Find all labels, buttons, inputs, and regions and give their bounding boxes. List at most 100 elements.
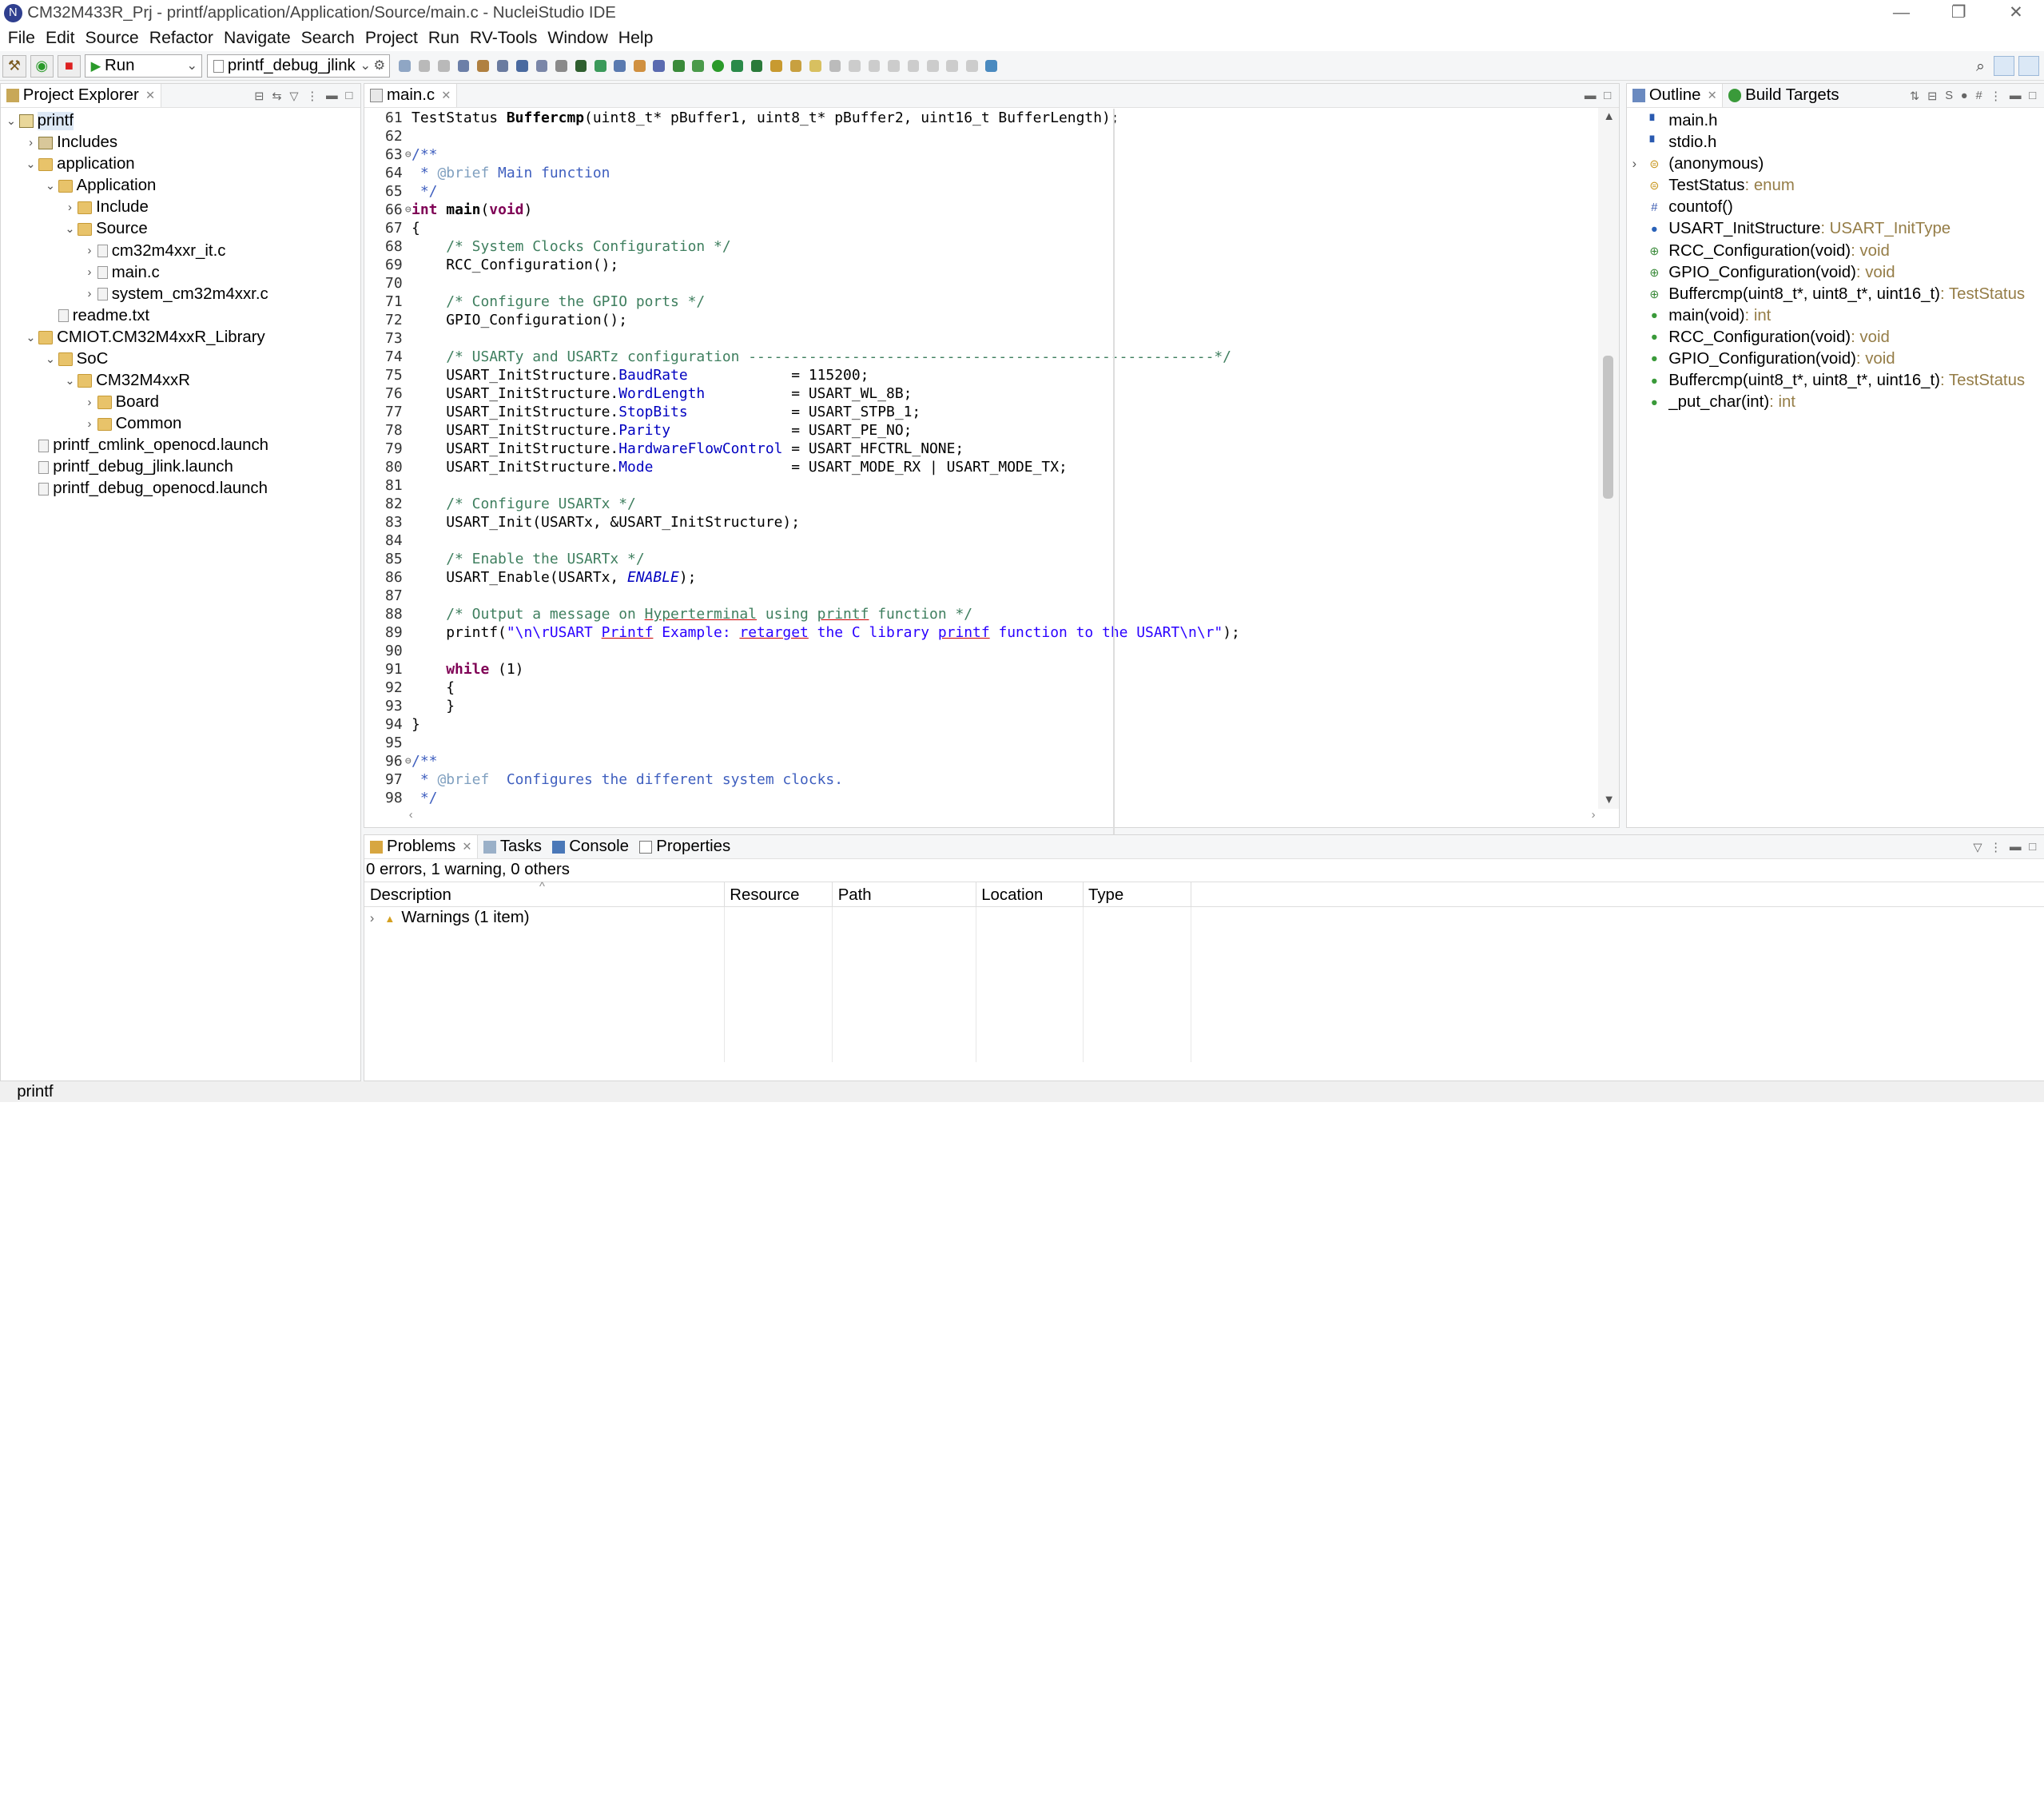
- code-line[interactable]: 77 USART_InitStructure.StopBits = USART_…: [364, 403, 1593, 421]
- outline-item[interactable]: # countof(): [1627, 197, 2044, 218]
- menu-refactor[interactable]: Refactor: [149, 29, 213, 48]
- code-line[interactable]: 84: [364, 531, 1593, 550]
- outline-item[interactable]: ● main(void) : int: [1627, 305, 2044, 327]
- new-icon[interactable]: [399, 60, 411, 73]
- menu-rv-tools[interactable]: RV-Tools: [470, 29, 537, 48]
- tab-tasks[interactable]: Tasks: [478, 835, 547, 858]
- column-type[interactable]: Type: [1084, 882, 1191, 907]
- tab-build-targets[interactable]: Build Targets: [1723, 84, 1844, 107]
- code-line[interactable]: 65 */: [364, 182, 1593, 201]
- chevron-right-icon[interactable]: ›: [82, 418, 97, 431]
- prev-annotation-icon[interactable]: [907, 60, 920, 73]
- external-tools-icon[interactable]: [750, 60, 763, 73]
- chevron-down-icon[interactable]: ⌄: [42, 352, 58, 366]
- tree-item[interactable]: › system_cm32m4xxr.c: [1, 284, 360, 305]
- tree-item[interactable]: ⌄ application: [1, 153, 360, 175]
- annotation-icon[interactable]: [849, 60, 861, 73]
- open-type-icon[interactable]: [770, 60, 782, 73]
- menu-edit[interactable]: Edit: [46, 29, 75, 48]
- close-icon[interactable]: ✕: [145, 89, 155, 102]
- launch-mode-select[interactable]: ▶ Run ⌄: [85, 54, 202, 78]
- save-all-icon[interactable]: [438, 60, 450, 73]
- build-hammer-button[interactable]: ⚒: [2, 54, 26, 78]
- tree-item[interactable]: › Common: [1, 413, 360, 435]
- new-class-icon[interactable]: [614, 60, 626, 73]
- tree-item[interactable]: printf_cmlink_openocd.launch: [1, 435, 360, 456]
- debug-icon[interactable]: [516, 60, 528, 73]
- scroll-down-icon[interactable]: ▼: [1603, 794, 1615, 806]
- run-icon[interactable]: [711, 60, 724, 73]
- menu-source[interactable]: Source: [85, 29, 139, 48]
- next-annotation-icon[interactable]: [888, 60, 900, 73]
- fold-toggle-icon[interactable]: ⊖: [405, 145, 412, 164]
- close-icon[interactable]: ✕: [1708, 89, 1717, 102]
- maximize-icon[interactable]: □: [1604, 90, 1611, 102]
- outline-item[interactable]: ● GPIO_Configuration(void) : void: [1627, 348, 2044, 370]
- run-history-icon[interactable]: [672, 60, 685, 73]
- code-line[interactable]: 73: [364, 329, 1593, 348]
- code-line[interactable]: 66 ⊖ int main(void): [364, 201, 1593, 219]
- minimize-icon[interactable]: ▬: [326, 90, 338, 102]
- tab-project-explorer[interactable]: Project Explorer ✕: [1, 83, 161, 108]
- menu-help[interactable]: Help: [618, 29, 654, 48]
- chevron-right-icon[interactable]: ›: [82, 245, 97, 257]
- back-arrow-icon[interactable]: [946, 60, 959, 73]
- close-icon[interactable]: ✕: [441, 89, 451, 102]
- group-includes-icon[interactable]: #: [1975, 90, 1982, 102]
- scroll-up-icon[interactable]: ▲: [1603, 110, 1615, 123]
- highlight-icon[interactable]: [809, 60, 821, 73]
- new-file-icon[interactable]: [653, 60, 666, 73]
- code-line[interactable]: 82 /* Configure USARTx */: [364, 495, 1593, 513]
- outline-item[interactable]: ⊕ GPIO_Configuration(void) : void: [1627, 262, 2044, 284]
- code-line[interactable]: 89 printf("\n\rUSART Printf Example: ret…: [364, 623, 1593, 642]
- chevron-down-icon[interactable]: ⌄: [3, 114, 19, 128]
- menu-file[interactable]: File: [8, 29, 35, 48]
- menu-run[interactable]: Run: [428, 29, 459, 48]
- fold-toggle-icon[interactable]: ⊖: [405, 752, 412, 770]
- outline-item[interactable]: ▘ main.h: [1627, 110, 2044, 132]
- search-icon[interactable]: ⌕: [1976, 58, 1985, 76]
- maximize-icon[interactable]: □: [2029, 841, 2036, 854]
- filter-icon[interactable]: ▽: [1973, 841, 1982, 854]
- code-line[interactable]: 86 USART_Enable(USARTx, ENABLE);: [364, 568, 1593, 587]
- column-resource[interactable]: Resource: [725, 882, 833, 907]
- editor-vertical-scrollbar[interactable]: ▲ ▼: [1597, 107, 1619, 810]
- scroll-right-icon[interactable]: ›: [1592, 809, 1596, 822]
- outline-item[interactable]: ⊜ TestStatus : enum: [1627, 175, 2044, 197]
- menu-project[interactable]: Project: [365, 29, 418, 48]
- column-location[interactable]: Location: [976, 882, 1084, 907]
- code-line[interactable]: 67 {: [364, 219, 1593, 237]
- tree-item[interactable]: › cm32m4xxr_it.c: [1, 241, 360, 262]
- build-icon[interactable]: [457, 60, 470, 73]
- code-line[interactable]: 88 /* Output a message on Hyperterminal …: [364, 605, 1593, 623]
- hide-static-icon[interactable]: S: [1945, 90, 1953, 102]
- outline-item[interactable]: ● _put_char(int) : int: [1627, 392, 2044, 413]
- chevron-down-icon[interactable]: ⌄: [62, 222, 78, 236]
- chevron-right-icon[interactable]: ›: [23, 137, 39, 149]
- code-line[interactable]: 78 USART_InitStructure.Parity = USART_PE…: [364, 421, 1593, 440]
- restore-button[interactable]: ❐: [1930, 0, 1987, 26]
- code-line[interactable]: 76 USART_InitStructure.WordLength = USAR…: [364, 384, 1593, 403]
- chevron-down-icon[interactable]: ⌄: [23, 331, 39, 344]
- tree-item[interactable]: ⌄ Application: [1, 175, 360, 197]
- code-line[interactable]: 91 while (1): [364, 660, 1593, 679]
- code-line[interactable]: 61 TestStatus Buffercmp(uint8_t* pBuffer1…: [364, 109, 1593, 127]
- chevron-right-icon[interactable]: ›: [370, 911, 374, 925]
- minimize-button[interactable]: —: [1873, 0, 1931, 26]
- collapse-all-icon[interactable]: ⊟: [254, 90, 264, 103]
- code-line[interactable]: 97 * @brief Configures the different sys…: [364, 770, 1593, 789]
- forward-arrow-icon[interactable]: [965, 60, 978, 73]
- view-menu-icon[interactable]: ⋮: [1990, 90, 2002, 103]
- code-line[interactable]: 83 USART_Init(USARTx, &USART_InitStructu…: [364, 513, 1593, 531]
- tree-item[interactable]: ⌄ Source: [1, 218, 360, 240]
- code-line[interactable]: 79 USART_InitStructure.HardwareFlowContr…: [364, 440, 1593, 458]
- table-row[interactable]: › ▲ Warnings (1 item): [364, 907, 2044, 929]
- scroll-left-icon[interactable]: ‹: [409, 809, 413, 822]
- outline-item[interactable]: ● Buffercmp(uint8_t*, uint8_t*, uint16_t)…: [1627, 370, 2044, 392]
- chevron-right-icon[interactable]: ›: [82, 266, 97, 279]
- open-perspective-icon[interactable]: [985, 60, 998, 73]
- code-line[interactable]: 71 /* Configure the GPIO ports */: [364, 293, 1593, 311]
- code-line[interactable]: 81: [364, 476, 1593, 495]
- code-line[interactable]: 92 {: [364, 679, 1593, 697]
- view-menu-icon[interactable]: ⋮: [307, 90, 319, 103]
